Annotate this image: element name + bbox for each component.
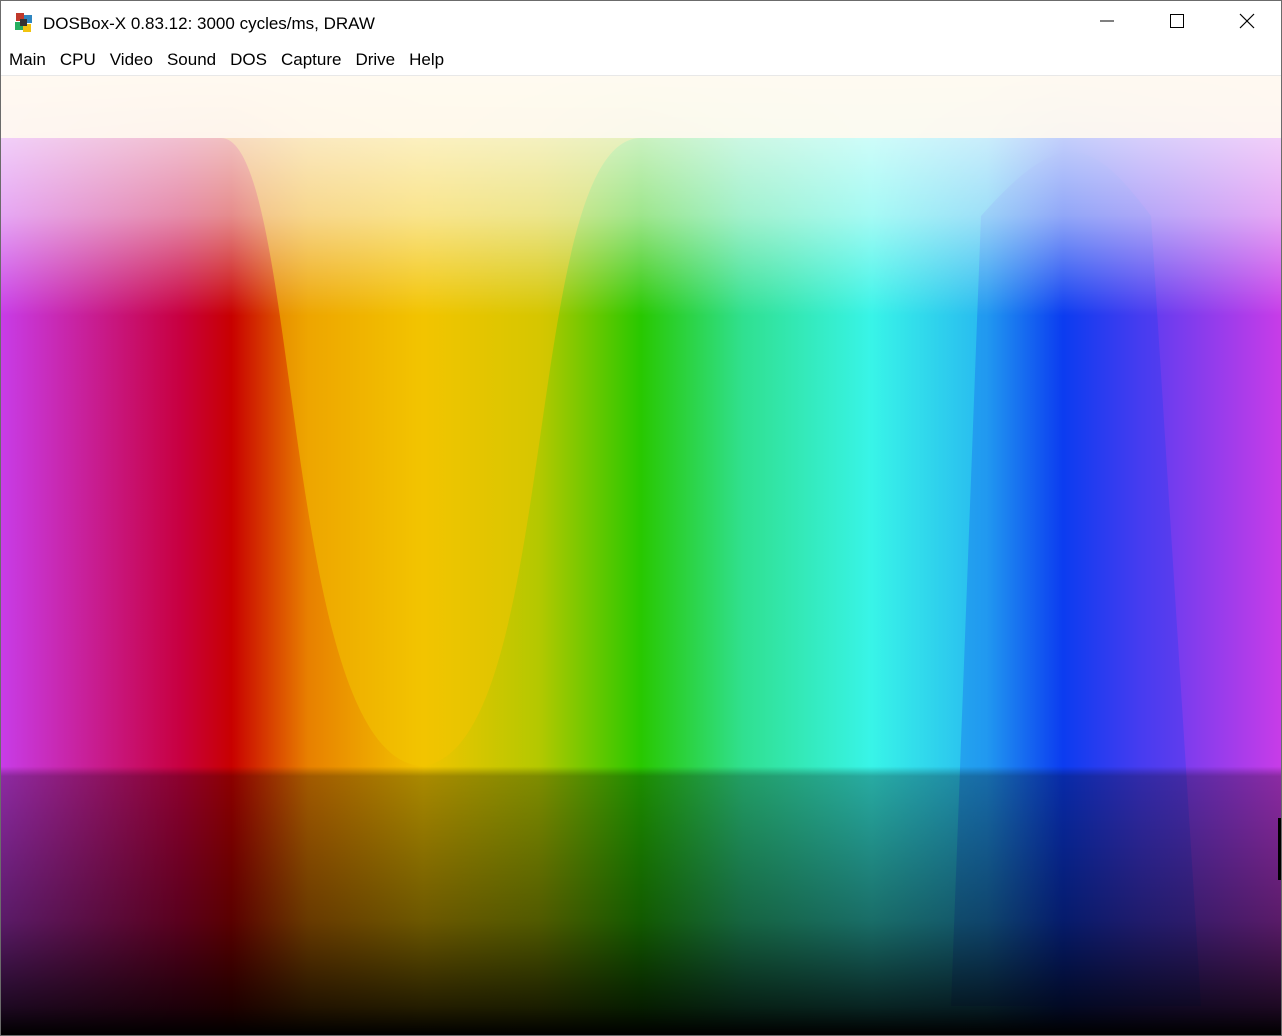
top-white-band	[1, 76, 1281, 138]
close-button[interactable]	[1212, 1, 1281, 45]
edge-marker	[1278, 818, 1281, 880]
maximize-button[interactable]	[1142, 1, 1212, 45]
menu-cpu[interactable]: CPU	[53, 45, 103, 75]
menu-drive[interactable]: Drive	[348, 45, 402, 75]
menu-video[interactable]: Video	[103, 45, 160, 75]
menu-dos[interactable]: DOS	[223, 45, 274, 75]
title-bar[interactable]: DOSBox-X 0.83.12: 3000 cycles/ms, DRAW	[1, 1, 1281, 45]
menu-help[interactable]: Help	[402, 45, 451, 75]
minimize-button[interactable]	[1072, 1, 1142, 45]
maximize-icon	[1169, 13, 1185, 34]
menu-bar: Main CPU Video Sound DOS Capture Drive H…	[1, 45, 1281, 76]
minimize-icon	[1099, 13, 1115, 34]
brightness-overlay	[1, 76, 1281, 1035]
close-icon	[1239, 13, 1255, 34]
menu-capture[interactable]: Capture	[274, 45, 348, 75]
dosbox-x-logo-icon[interactable]	[13, 11, 35, 35]
color-pattern-graphic	[1, 76, 1281, 1035]
window-title: DOSBox-X 0.83.12: 3000 cycles/ms, DRAW	[43, 14, 375, 33]
menu-sound[interactable]: Sound	[160, 45, 223, 75]
dosbox-window: DOSBox-X 0.83.12: 3000 cycles/ms, DRAW M…	[0, 0, 1282, 1036]
menu-main[interactable]: Main	[1, 45, 53, 75]
emulator-screen[interactable]	[1, 76, 1281, 1035]
